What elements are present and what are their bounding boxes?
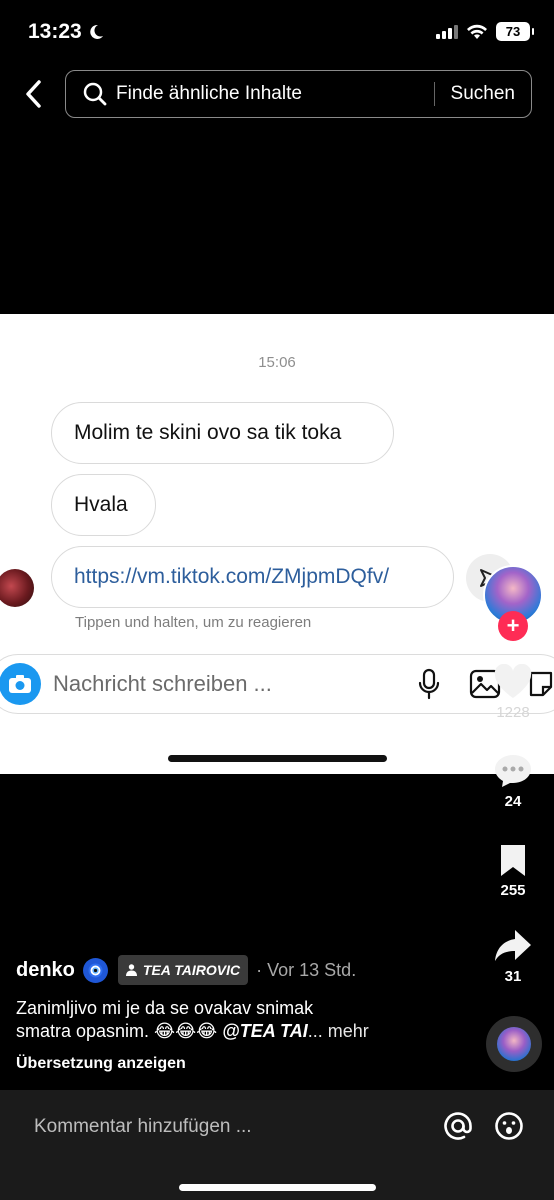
more-link[interactable]: ... mehr xyxy=(308,1021,369,1041)
search-icon xyxy=(82,81,108,107)
chat-composer: Nachricht schreiben ... xyxy=(0,654,554,714)
post-time: · Vor 13 Std. xyxy=(256,959,357,980)
search-input[interactable]: Finde ähnliche Inhalte xyxy=(116,83,434,105)
save-button[interactable]: 255 xyxy=(483,842,543,899)
comment-count: 24 xyxy=(504,793,522,810)
search-button[interactable]: Suchen xyxy=(435,83,531,105)
person-icon xyxy=(125,964,137,976)
status-bar: 13:23 73 xyxy=(0,0,554,66)
emoji-icon[interactable] xyxy=(491,1108,527,1144)
mention-link[interactable]: @TEA TAI xyxy=(222,1021,308,1041)
share-button[interactable]: 31 xyxy=(483,928,543,985)
share-icon xyxy=(495,930,531,961)
music-disc[interactable] xyxy=(486,1016,542,1072)
chat-message: Hvala xyxy=(51,474,156,536)
reaction-hint: Tippen und halten, um zu reagieren xyxy=(75,614,312,631)
evil-eye-icon xyxy=(82,957,108,983)
username[interactable]: denko xyxy=(16,959,75,982)
description-line1: Zanimljivo mi je da se ovakav snimak xyxy=(16,998,314,1018)
home-indicator xyxy=(179,1184,376,1191)
follow-button[interactable]: + xyxy=(498,611,528,641)
tagged-user[interactable]: TEA TAIROVIC xyxy=(117,955,249,985)
chat-composer-placeholder: Nachricht schreiben ... xyxy=(53,671,272,696)
post-caption: denko TEA TAIROVIC · Vor 13 Std. Zanimlj… xyxy=(16,955,486,1073)
share-count: 31 xyxy=(504,968,522,985)
microphone-icon xyxy=(401,668,457,700)
search-box[interactable]: Finde ähnliche Inhalte Suchen xyxy=(65,70,532,118)
clock-text: 13:23 xyxy=(28,20,82,43)
wifi-icon xyxy=(467,24,487,39)
tagged-user-name: TEA TAIROVIC xyxy=(142,962,241,978)
camera-icon xyxy=(0,663,41,705)
post-description[interactable]: Zanimljivo mi je da se ovakav snimak sma… xyxy=(16,997,486,1043)
comment-icon xyxy=(495,755,531,787)
embedded-home-indicator xyxy=(168,755,387,762)
chevron-left-icon xyxy=(26,80,41,108)
heart-icon xyxy=(494,664,532,698)
author-row: denko TEA TAIROVIC · Vor 13 Std. xyxy=(16,955,486,985)
chat-timestamp: 15:06 xyxy=(258,354,296,371)
mention-icon[interactable] xyxy=(440,1108,476,1144)
music-disc-avatar xyxy=(497,1027,531,1061)
status-time: 13:23 xyxy=(28,20,104,44)
comment-input[interactable]: Kommentar hinzufügen ... xyxy=(34,1116,252,1138)
back-button[interactable] xyxy=(18,78,48,110)
sender-avatar xyxy=(0,569,34,607)
chat-message: Molim te skini ovo sa tik toka xyxy=(51,402,394,464)
description-line2: smatra opasnim. 😂😂😂 xyxy=(16,1021,223,1041)
comment-button[interactable]: 24 xyxy=(483,753,543,810)
top-bar: Finde ähnliche Inhalte Suchen xyxy=(0,70,554,118)
moon-icon xyxy=(90,24,103,39)
chat-link-message: https://vm.tiktok.com/ZMjpmDQfv/ xyxy=(51,546,454,608)
system-icons: 73 xyxy=(436,22,534,41)
translate-link[interactable]: Übersetzung anzeigen xyxy=(16,1055,486,1073)
like-count: 1228 xyxy=(496,704,530,721)
bookmark-icon xyxy=(501,845,525,876)
battery-icon: 73 xyxy=(496,22,534,41)
like-button[interactable]: 1228 xyxy=(483,664,543,721)
save-count: 255 xyxy=(500,882,526,899)
video-content[interactable]: 15:06 Molim te skini ovo sa tik toka Hva… xyxy=(0,314,554,774)
signal-icon xyxy=(436,24,458,39)
